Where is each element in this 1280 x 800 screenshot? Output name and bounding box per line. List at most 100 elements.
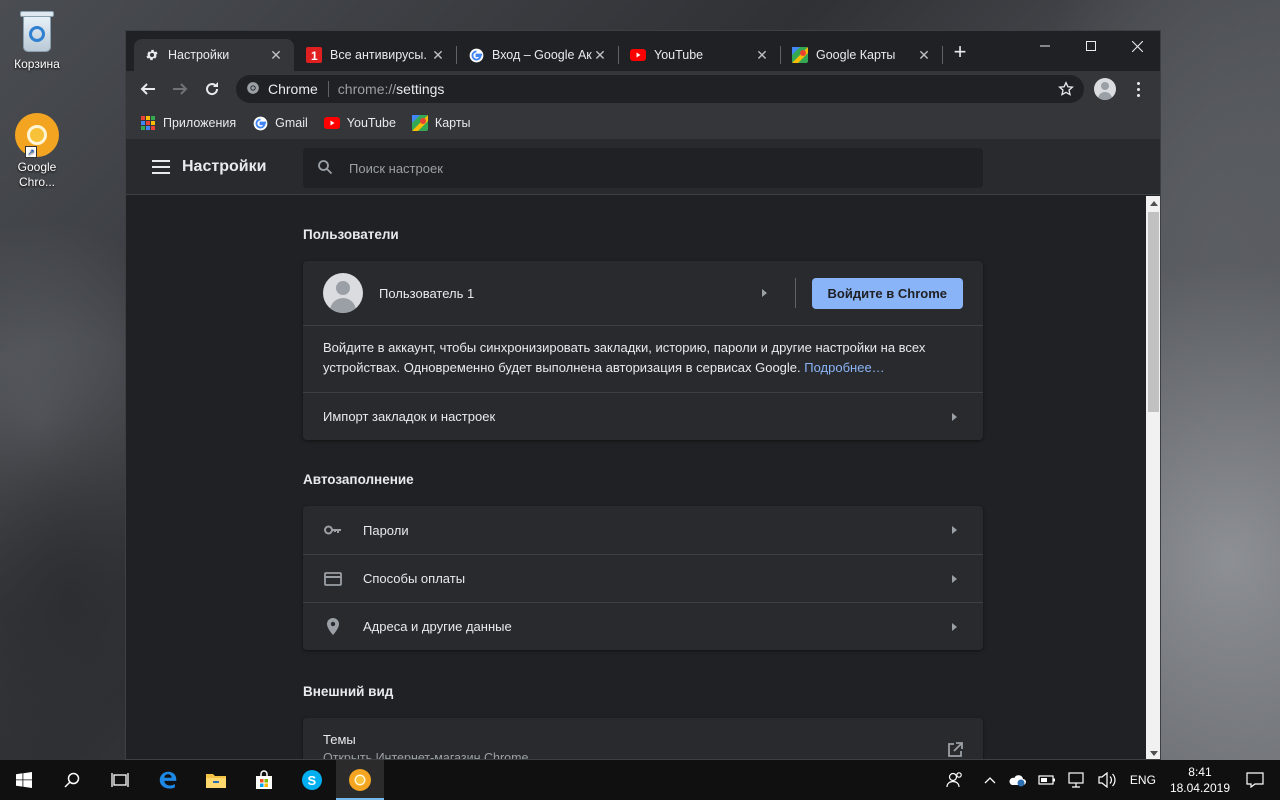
battery-icon[interactable]	[1038, 775, 1056, 785]
recycle-bin-label: Корзина	[14, 57, 60, 71]
chrome-menu-button[interactable]	[1128, 79, 1148, 99]
close-window-button[interactable]	[1114, 31, 1160, 61]
close-tab-icon[interactable]: ✕	[430, 47, 446, 64]
tab-title: Настройки	[168, 48, 230, 62]
maps-icon	[411, 115, 428, 131]
bookmark-apps[interactable]: Приложения	[140, 115, 236, 131]
chrome-canary-taskbar-button[interactable]	[336, 760, 384, 800]
clock-date: 18.04.2019	[1169, 781, 1230, 795]
youtube-icon	[630, 47, 646, 63]
settings-search-input[interactable]: Поиск настроек	[303, 148, 983, 188]
close-tab-icon[interactable]: ✕	[268, 47, 284, 64]
new-tab-button[interactable]: +	[948, 41, 972, 65]
tab-separator	[780, 46, 781, 64]
passwords-label: Пароли	[363, 522, 409, 538]
import-bookmarks-row[interactable]: Импорт закладок и настроек	[303, 392, 983, 440]
payment-methods-row[interactable]: Способы оплаты	[303, 554, 983, 602]
task-view-button[interactable]	[96, 760, 144, 800]
learn-more-link[interactable]: Подробнее…	[804, 360, 884, 375]
page-scrollbar[interactable]	[1146, 196, 1160, 759]
external-link-icon[interactable]	[947, 742, 963, 759]
people-icon[interactable]	[946, 772, 964, 788]
maximize-button[interactable]	[1068, 31, 1114, 61]
avatar	[323, 273, 363, 313]
tab-separator	[456, 46, 457, 64]
bookmark-star-icon[interactable]	[1058, 81, 1074, 100]
close-tab-icon[interactable]: ✕	[592, 47, 608, 64]
windows-taskbar: S ENG 8:41 18.04.2019	[0, 760, 1280, 800]
clock-time: 8:41	[1188, 765, 1212, 779]
close-tab-icon[interactable]: ✕	[754, 47, 770, 64]
system-tray: ENG 8:41 18.04.2019	[940, 760, 1280, 800]
section-title-appearance: Внешний вид	[303, 684, 394, 699]
language-indicator[interactable]: ENG	[1130, 773, 1156, 787]
profile-avatar-button[interactable]	[1094, 78, 1116, 100]
bookmark-youtube[interactable]: YouTube	[323, 115, 396, 131]
chevron-right-icon	[761, 289, 767, 297]
address-bar[interactable]: Chrome chrome:// settings	[236, 75, 1084, 103]
antivirus-site-icon: 1	[306, 47, 322, 63]
store-taskbar-button[interactable]	[240, 760, 288, 800]
user-row[interactable]: Пользователь 1 Войдите в Chrome	[303, 261, 983, 325]
sync-description: Войдите в аккаунт, чтобы синхронизироват…	[303, 325, 983, 392]
chevron-right-icon	[952, 526, 957, 534]
chevron-up-icon[interactable]	[984, 776, 996, 784]
chrome-desktop-shortcut[interactable]: ↗ Google Chro...	[0, 113, 74, 190]
back-button[interactable]	[136, 77, 160, 101]
clock[interactable]: 8:41 18.04.2019	[1170, 764, 1230, 796]
tab-separator	[942, 46, 943, 64]
forward-button[interactable]	[168, 77, 192, 101]
gear-icon	[144, 47, 160, 63]
skype-taskbar-button[interactable]: S	[288, 760, 336, 800]
google-icon	[252, 115, 268, 131]
network-icon[interactable]	[1068, 772, 1086, 788]
recycle-bin-shortcut[interactable]: Корзина	[0, 8, 74, 72]
section-title-people: Пользователи	[303, 227, 399, 242]
bookmarks-bar: Приложения Gmail YouTube Карты	[126, 107, 1160, 139]
scroll-down-arrow-icon[interactable]	[1150, 751, 1158, 756]
credit-card-icon	[323, 571, 343, 586]
payment-methods-label: Способы оплаты	[363, 571, 466, 586]
youtube-icon	[323, 115, 340, 131]
signin-button[interactable]: Войдите в Chrome	[811, 277, 963, 309]
omnibox-divider	[327, 81, 329, 97]
file-explorer-taskbar-button[interactable]	[192, 760, 240, 800]
svg-text:S: S	[308, 773, 317, 788]
volume-icon[interactable]	[1098, 772, 1116, 788]
tab-google-account[interactable]: Вход – Google Ак ✕	[458, 39, 618, 71]
addresses-label: Адреса и другие данные	[363, 619, 512, 634]
reload-button[interactable]	[200, 77, 224, 101]
people-card: Пользователь 1 Войдите в Chrome Войдите …	[303, 261, 983, 440]
scroll-up-arrow-icon[interactable]	[1150, 201, 1158, 206]
tab-title: Все антивирусы. С	[330, 48, 430, 62]
tab-settings[interactable]: Настройки ✕	[134, 39, 294, 71]
passwords-row[interactable]: Пароли	[303, 506, 983, 554]
settings-content: Пользователи Пользователь 1 Войдите в Ch…	[126, 196, 1146, 760]
tab-antivirus[interactable]: 1 Все антивирусы. С ✕	[296, 39, 456, 71]
search-placeholder: Поиск настроек	[349, 160, 443, 176]
hamburger-menu-icon[interactable]	[152, 160, 170, 174]
themes-text: Темы Открыть Интернет-магазин Chrome	[323, 732, 947, 760]
svg-text:1: 1	[311, 49, 318, 63]
start-button[interactable]	[0, 760, 48, 800]
tab-google-maps[interactable]: Google Карты ✕	[782, 39, 942, 71]
chevron-right-icon	[952, 622, 957, 631]
notifications-icon[interactable]	[1246, 772, 1264, 788]
bookmark-maps[interactable]: Карты	[411, 115, 471, 131]
edge-taskbar-button[interactable]	[144, 760, 192, 800]
bookmark-label: Карты	[434, 116, 471, 130]
themes-sublabel: Открыть Интернет-магазин Chrome	[323, 751, 529, 760]
apps-grid-icon	[140, 115, 156, 131]
site-chip-label: Chrome	[268, 81, 318, 97]
onedrive-icon[interactable]	[1008, 773, 1026, 787]
scrollbar-thumb[interactable]	[1148, 212, 1159, 412]
chrome-canary-icon: ↗	[15, 113, 59, 158]
minimize-button[interactable]	[1022, 31, 1068, 61]
tab-youtube[interactable]: YouTube ✕	[620, 39, 780, 71]
addresses-row[interactable]: Адреса и другие данные	[303, 602, 983, 650]
settings-page: Настройки Поиск настроек Пользователи По…	[126, 139, 1160, 760]
bookmark-gmail[interactable]: Gmail	[252, 115, 308, 131]
search-taskbar-button[interactable]	[48, 760, 96, 800]
close-tab-icon[interactable]: ✕	[916, 47, 932, 64]
themes-row[interactable]: Темы Открыть Интернет-магазин Chrome	[303, 718, 983, 760]
